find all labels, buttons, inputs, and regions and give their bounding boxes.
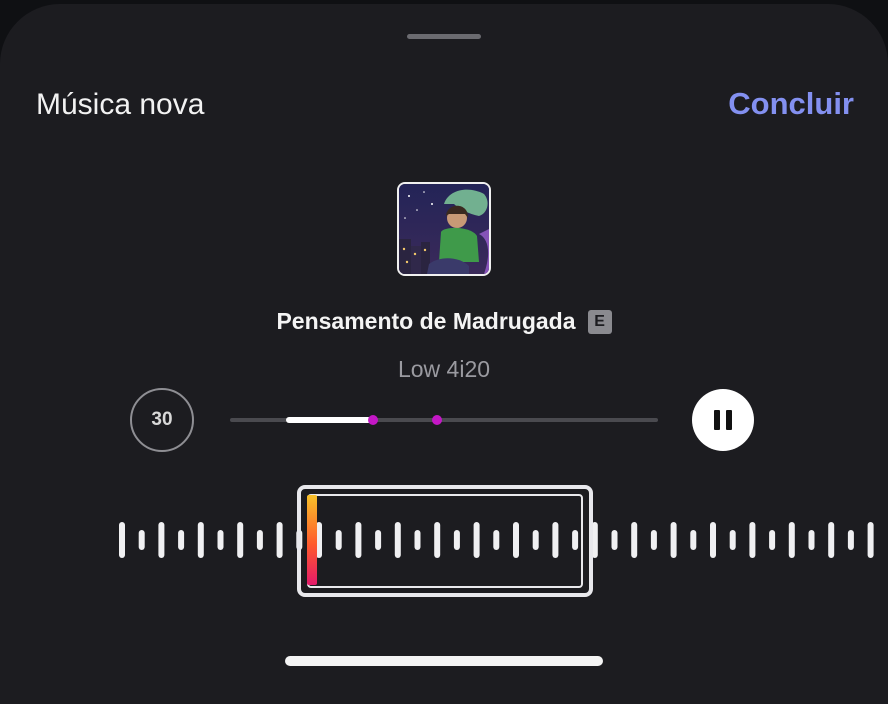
- waveform-bar: [690, 530, 697, 550]
- waveform-bar: [217, 530, 224, 550]
- clip-selector-frame: [307, 494, 583, 588]
- waveform-bar: [119, 522, 125, 558]
- waveform-bar: [138, 530, 145, 550]
- waveform-bar: [670, 522, 677, 558]
- waveform-bar: [158, 522, 165, 558]
- waveform-bar: [178, 530, 185, 550]
- waveform-bar: [867, 522, 874, 558]
- waveform-bar: [828, 522, 835, 558]
- waveform-bar: [276, 522, 283, 558]
- waveform-bar: [808, 530, 815, 550]
- home-indicator: [285, 656, 603, 666]
- waveform-bar: [847, 530, 854, 550]
- waveform-bar: [256, 530, 263, 550]
- waveform-bar: [237, 522, 244, 558]
- waveform-bar: [769, 530, 776, 550]
- waveform-bar: [729, 530, 736, 550]
- waveform-bar: [197, 522, 204, 558]
- waveform-bar: [650, 530, 657, 550]
- waveform-bar: [631, 522, 638, 558]
- waveform-bar: [611, 530, 618, 550]
- waveform-bar: [788, 522, 795, 558]
- waveform-bar: [749, 522, 756, 558]
- waveform-bar: [710, 522, 716, 558]
- clip-selector[interactable]: [297, 485, 593, 597]
- clip-start-handle[interactable]: [307, 495, 317, 585]
